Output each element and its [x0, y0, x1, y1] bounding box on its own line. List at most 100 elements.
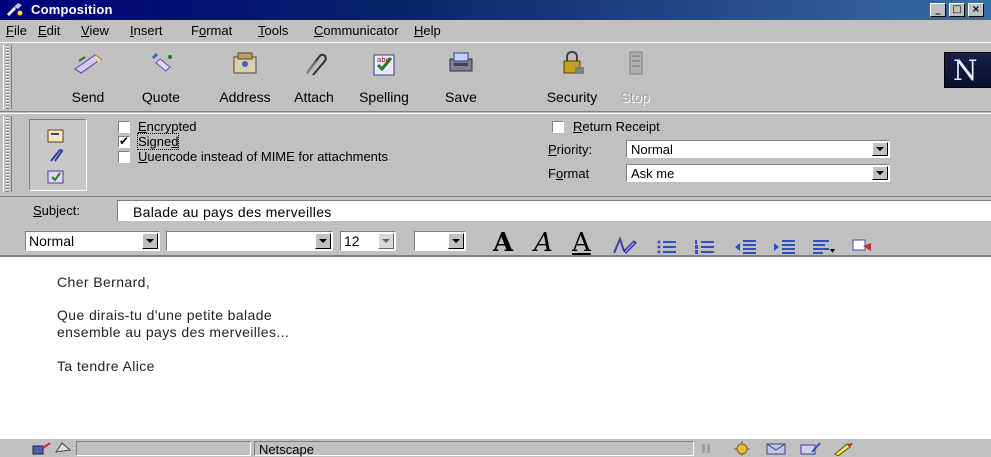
text-color-dropdown-icon[interactable] — [448, 233, 464, 249]
status-progress-cell — [76, 441, 251, 456]
font-dropdown-icon[interactable] — [315, 233, 331, 249]
menu-insert[interactable]: Insert — [130, 23, 163, 38]
connection-icon[interactable] — [30, 440, 54, 456]
menu-view-label: iew — [89, 23, 109, 38]
address-button[interactable]: Address — [210, 49, 280, 107]
uuencode-label: Uuencode instead of MIME for attachments — [138, 149, 388, 164]
menu-view[interactable]: View — [81, 23, 109, 38]
stop-icon — [629, 51, 643, 75]
maximize-button[interactable]: □ — [949, 3, 965, 17]
composer-icon[interactable] — [798, 440, 822, 456]
spelling-icon: abc — [373, 54, 395, 76]
menu-communicator[interactable]: Communicator — [314, 23, 399, 38]
body-line: Ta tendre Alice — [57, 358, 155, 374]
font-size-select[interactable]: 12 — [340, 231, 396, 251]
format-dropdown-icon[interactable] — [872, 166, 888, 180]
italic-icon[interactable]: A — [534, 228, 553, 258]
priority-mnemonic: P — [548, 142, 557, 157]
font-select[interactable] — [166, 231, 333, 251]
encrypted-mnemonic: E — [138, 119, 147, 134]
priority-dropdown-icon[interactable] — [872, 142, 888, 156]
quote-icon — [152, 53, 172, 72]
underline-icon[interactable]: A — [572, 228, 591, 258]
paragraph-style-select[interactable]: Normal — [25, 231, 160, 251]
message-body-editor[interactable]: Cher Bernard, Que dirais-tu d'une petite… — [0, 256, 991, 438]
status-text-cell — [254, 441, 694, 456]
paperclip-icon — [306, 53, 327, 76]
message-options-panel: Encrypted ✔ Signed Uuencode instead of M… — [0, 113, 991, 197]
priority-text: riority: — [556, 142, 593, 157]
uuencode-checkbox[interactable] — [118, 151, 130, 163]
address-tab-icon[interactable] — [46, 127, 66, 145]
menu-file-label: ile — [13, 23, 27, 38]
menu-communicator-mnemonic: C — [314, 23, 324, 38]
options-tab-icon[interactable] — [46, 168, 66, 186]
title-bar[interactable]: Composition _ □ × — [0, 0, 991, 20]
save-button[interactable]: Save — [432, 49, 490, 107]
bold-icon[interactable]: A — [493, 228, 513, 258]
uuencode-text: uencode instead of MIME for attachments — [147, 149, 389, 164]
close-button[interactable]: × — [968, 3, 984, 17]
format-value: Ask me — [631, 166, 675, 181]
netscape-logo[interactable]: N — [944, 52, 991, 88]
return-receipt-mnemonic: R — [573, 119, 583, 134]
menu-tools-label: ools — [264, 23, 289, 38]
font-size-value: 12 — [344, 233, 360, 249]
menu-file-mnemonic: F — [6, 23, 14, 38]
status-bar: Netscape — [0, 438, 991, 457]
signed-checkbox[interactable]: ✔ — [118, 134, 130, 148]
uuencode-mnemonic: U — [138, 149, 148, 164]
paragraph-style-value: Normal — [29, 233, 75, 249]
text-color-select[interactable] — [414, 231, 466, 251]
status-text: Netscape — [259, 442, 314, 457]
save-icon — [449, 52, 473, 72]
menu-format[interactable]: Format — [191, 23, 232, 38]
send-label: Send — [71, 89, 105, 105]
menu-help-label: elp — [423, 23, 441, 38]
subject-row: Subject: Balade au pays des merveilles — [0, 197, 991, 225]
font-size-dropdown-icon[interactable] — [378, 233, 394, 249]
component-grip-icon[interactable] — [700, 440, 724, 456]
paragraph-style-dropdown-icon[interactable] — [142, 233, 158, 249]
attachments-tab-icon[interactable] — [46, 147, 66, 165]
format-text: rmat — [563, 166, 590, 181]
stop-button[interactable]: Stop — [610, 49, 660, 107]
format-select[interactable]: Ask me — [626, 164, 890, 182]
encrypted-checkbox[interactable] — [118, 121, 130, 133]
menu-bar: File Edit View Insert Format Tools Commu… — [0, 21, 991, 41]
menu-edit-mnemonic: E — [38, 23, 47, 38]
menu-format-label: rmat — [206, 23, 233, 38]
menu-communicator-label: ommunicator — [323, 23, 399, 38]
return-receipt-checkbox[interactable] — [552, 121, 564, 133]
format-prefix: F — [548, 166, 556, 181]
body-line: Que dirais-tu d'une petite balade — [57, 307, 273, 323]
subject-text: ubject: — [41, 203, 80, 218]
menu-edit[interactable]: Edit — [38, 23, 60, 38]
composition-window: Composition _ □ × File Edit View Insert … — [0, 0, 991, 457]
return-receipt-label: Return Receipt — [573, 119, 660, 134]
attach-button[interactable]: Attach — [284, 49, 344, 107]
subject-input[interactable]: Balade au pays des merveilles — [117, 200, 991, 221]
navigator-icon[interactable] — [730, 440, 754, 456]
security-button[interactable]: Security — [541, 49, 603, 107]
options-grip[interactable] — [3, 116, 12, 192]
lock-icon — [563, 50, 584, 74]
address-book-icon — [233, 52, 257, 74]
minimize-button[interactable]: _ — [930, 3, 946, 17]
body-line: Cher Bernard, — [57, 274, 151, 290]
menu-tools[interactable]: Tools — [258, 23, 288, 38]
mail-icon[interactable] — [764, 440, 788, 456]
toolbar-grip[interactable] — [3, 45, 12, 109]
menu-file[interactable]: File — [6, 23, 27, 38]
menu-help[interactable]: Help — [414, 23, 441, 38]
subject-mnemonic: S — [33, 203, 42, 218]
send-button[interactable]: Send — [58, 49, 118, 107]
security-status-icon[interactable] — [52, 440, 76, 456]
quote-button[interactable]: Quote — [131, 49, 191, 107]
spelling-button[interactable]: abc Spelling — [349, 49, 419, 107]
edit-pencil-icon[interactable] — [832, 440, 856, 456]
stop-label: Stop — [620, 89, 650, 105]
priority-select[interactable]: Normal — [626, 140, 890, 158]
menu-insert-label: nsert — [133, 23, 163, 38]
text-style-icon[interactable] — [612, 232, 638, 258]
